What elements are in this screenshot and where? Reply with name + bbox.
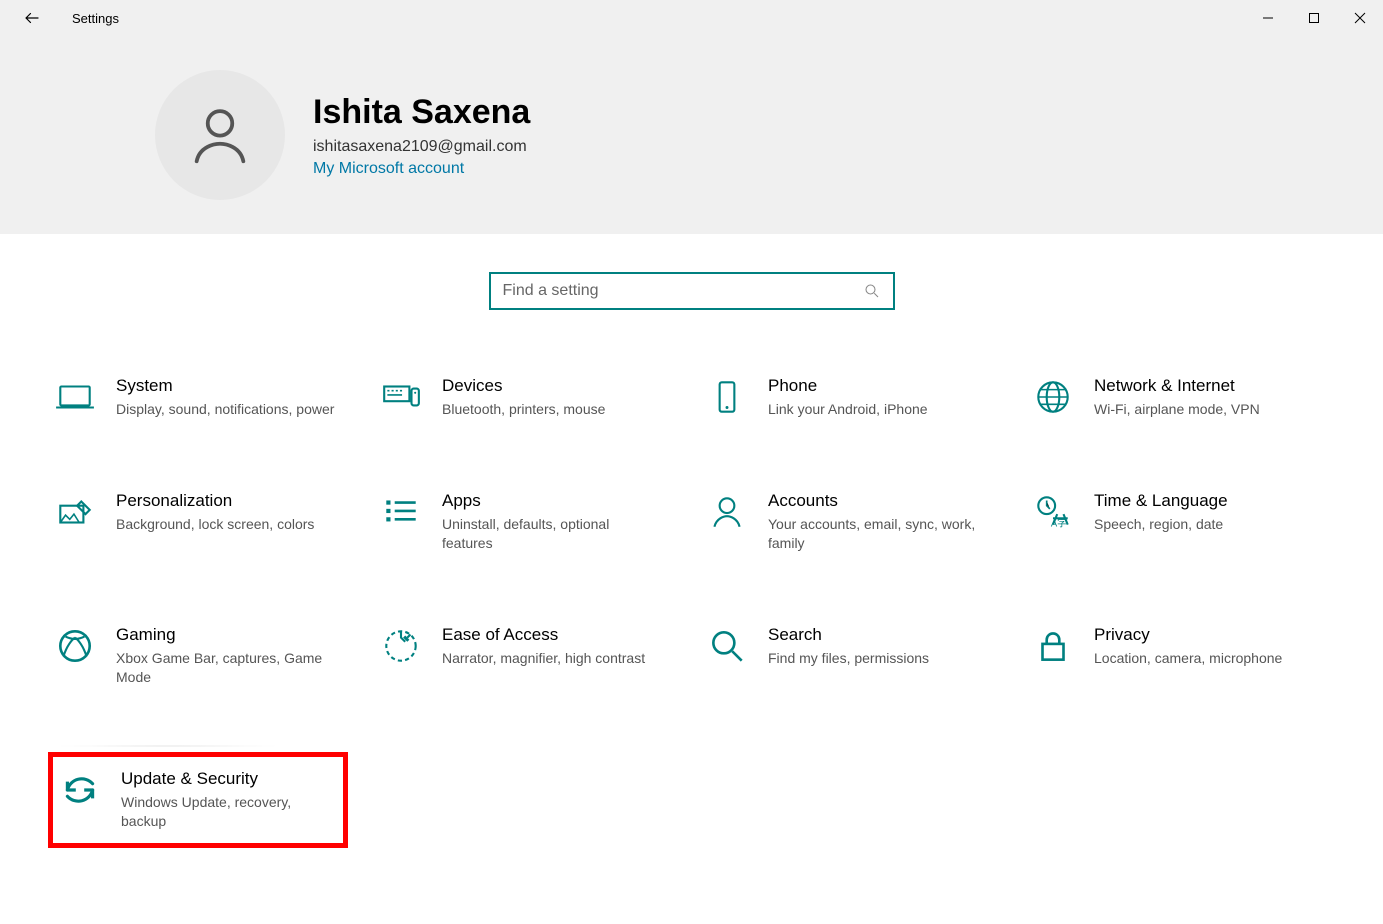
tile-desc: Windows Update, recovery, backup: [121, 793, 337, 831]
tile-search[interactable]: Search Find my files, permissions: [700, 619, 1000, 693]
tile-title: Privacy: [1094, 625, 1282, 645]
app-title: Settings: [72, 11, 119, 26]
phone-icon: [706, 376, 748, 418]
tile-title: Time & Language: [1094, 491, 1228, 511]
tile-desc: Speech, region, date: [1094, 515, 1228, 534]
tile-desc: Link your Android, iPhone: [768, 400, 928, 419]
maximize-button[interactable]: [1291, 0, 1337, 36]
tile-network[interactable]: Network & Internet Wi-Fi, airplane mode,…: [1026, 370, 1326, 425]
paint-icon: [54, 491, 96, 533]
tile-desc: Your accounts, email, sync, work, family: [768, 515, 988, 553]
tile-personalization[interactable]: Personalization Background, lock screen,…: [48, 485, 348, 559]
tile-desc: Location, camera, microphone: [1094, 649, 1282, 668]
back-button[interactable]: [12, 0, 52, 36]
tile-apps[interactable]: Apps Uninstall, defaults, optional featu…: [374, 485, 674, 559]
list-icon: [380, 491, 422, 533]
person-icon: [185, 100, 255, 170]
minimize-icon: [1262, 12, 1274, 24]
tile-desc: Narrator, magnifier, high contrast: [442, 649, 645, 668]
tile-time-language[interactable]: A字 Time & Language Speech, region, date: [1026, 485, 1326, 559]
user-icon: [706, 491, 748, 533]
tile-title: Update & Security: [121, 769, 337, 789]
user-name: Ishita Saxena: [313, 93, 530, 132]
sync-icon: [59, 769, 101, 811]
tile-system[interactable]: System Display, sound, notifications, po…: [48, 370, 348, 425]
search-row: [0, 234, 1383, 370]
xbox-icon: [54, 625, 96, 667]
avatar[interactable]: [155, 70, 285, 200]
tile-desc: Uninstall, defaults, optional features: [442, 515, 662, 553]
tile-phone[interactable]: Phone Link your Android, iPhone: [700, 370, 1000, 425]
search-icon: [863, 282, 881, 300]
time-language-icon: A字: [1032, 491, 1074, 533]
tile-desc: Xbox Game Bar, captures, Game Mode: [116, 649, 336, 687]
tile-desc: Find my files, permissions: [768, 649, 929, 668]
microsoft-account-link[interactable]: My Microsoft account: [313, 160, 530, 178]
close-button[interactable]: [1337, 0, 1383, 36]
user-email: ishitasaxena2109@gmail.com: [313, 138, 530, 156]
maximize-icon: [1308, 12, 1320, 24]
tile-title: Search: [768, 625, 929, 645]
tile-update-security[interactable]: Update & Security Windows Update, recove…: [48, 752, 348, 848]
tile-title: Apps: [442, 491, 662, 511]
tile-desc: Wi-Fi, airplane mode, VPN: [1094, 400, 1260, 419]
tile-title: Phone: [768, 376, 928, 396]
tile-desc: Bluetooth, printers, mouse: [442, 400, 605, 419]
tile-title: Gaming: [116, 625, 336, 645]
tile-devices[interactable]: Devices Bluetooth, printers, mouse: [374, 370, 674, 425]
tile-title: Personalization: [116, 491, 314, 511]
titlebar: Settings: [0, 0, 1383, 36]
user-header: Ishita Saxena ishitasaxena2109@gmail.com…: [0, 36, 1383, 234]
tile-privacy[interactable]: Privacy Location, camera, microphone: [1026, 619, 1326, 693]
tile-title: Devices: [442, 376, 605, 396]
keyboard-icon: [380, 376, 422, 418]
settings-grid: System Display, sound, notifications, po…: [0, 370, 1383, 848]
search-input[interactable]: [503, 282, 863, 300]
tile-accounts[interactable]: Accounts Your accounts, email, sync, wor…: [700, 485, 1000, 559]
search-field[interactable]: [489, 272, 895, 310]
tile-desc: Display, sound, notifications, power: [116, 400, 334, 419]
close-icon: [1354, 12, 1366, 24]
minimize-button[interactable]: [1245, 0, 1291, 36]
globe-icon: [1032, 376, 1074, 418]
laptop-icon: [54, 376, 96, 418]
tile-ease-of-access[interactable]: Ease of Access Narrator, magnifier, high…: [374, 619, 674, 693]
lock-icon: [1032, 625, 1074, 667]
tile-gaming[interactable]: Gaming Xbox Game Bar, captures, Game Mod…: [48, 619, 348, 693]
back-arrow-icon: [23, 9, 41, 27]
svg-text:A字: A字: [1051, 518, 1067, 530]
magnifier-icon: [706, 625, 748, 667]
ease-access-icon: [380, 625, 422, 667]
tile-title: Accounts: [768, 491, 988, 511]
tile-title: Network & Internet: [1094, 376, 1260, 396]
tile-title: System: [116, 376, 334, 396]
tile-desc: Background, lock screen, colors: [116, 515, 314, 534]
tile-title: Ease of Access: [442, 625, 645, 645]
